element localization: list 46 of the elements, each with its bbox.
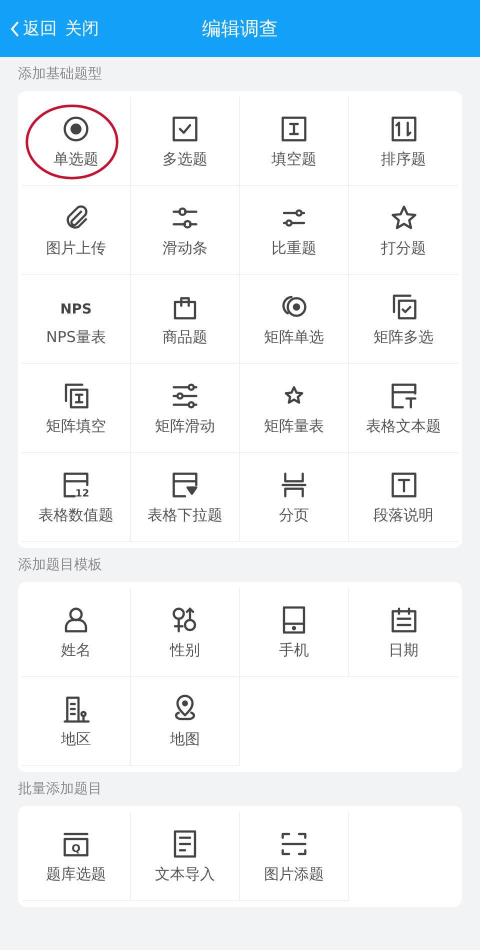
question-type-item[interactable]: 12 表格数值题: [22, 453, 131, 542]
paragraph-icon: [388, 470, 418, 500]
radio-icon: [61, 114, 91, 144]
question-type-item[interactable]: 矩阵单选: [240, 275, 349, 364]
question-type-item[interactable]: 日期: [349, 588, 458, 677]
question-type-item[interactable]: 地图: [131, 677, 240, 766]
question-type-item[interactable]: 分页: [240, 453, 349, 542]
question-type-item[interactable]: 打分题: [349, 186, 458, 275]
question-type-item[interactable]: 表格文本题: [349, 364, 458, 453]
section-title: 批量添加题目: [17, 780, 103, 799]
checkbox-icon: [170, 114, 200, 144]
question-type-item[interactable]: 性别: [131, 588, 240, 677]
building-icon: [61, 694, 91, 724]
calendar-icon: [388, 604, 418, 634]
page-title: 编辑调查: [202, 16, 278, 42]
question-type-item[interactable]: 矩阵多选: [349, 275, 458, 364]
question-type-item[interactable]: 矩阵滑动: [131, 364, 240, 453]
question-type-item[interactable]: 姓名: [22, 588, 131, 677]
sort-icon: [388, 114, 418, 144]
question-type-item[interactable]: 排序题: [349, 97, 458, 186]
matrix-slider-icon: [170, 380, 200, 410]
question-type-item[interactable]: 矩阵量表: [240, 364, 349, 453]
question-type-item[interactable]: 矩阵填空: [22, 364, 131, 453]
table-dropdown-icon: [170, 470, 200, 500]
nps-icon: NPS: [61, 292, 91, 322]
page-break-icon: [279, 470, 309, 500]
question-type-item[interactable]: 地区: [22, 677, 131, 766]
text-box-icon: [279, 114, 309, 144]
back-chevron-icon: [10, 20, 20, 38]
question-type-item[interactable]: 表格下拉题: [131, 453, 240, 542]
question-type-item[interactable]: 填空题: [240, 97, 349, 186]
question-type-item[interactable]: 图片添题: [240, 812, 349, 901]
question-type-item[interactable]: 文本导入: [131, 812, 240, 901]
section-title: 添加基础题型: [17, 65, 103, 84]
question-type-item[interactable]: 图片上传: [22, 186, 131, 275]
question-type-item[interactable]: 多选题: [131, 97, 240, 186]
question-type-item[interactable]: NPS NPS量表: [22, 275, 131, 364]
table-text-icon: [388, 380, 418, 410]
question-type-item[interactable]: 单选题: [22, 97, 131, 186]
question-type-item[interactable]: 滑动条: [131, 186, 240, 275]
question-type-item[interactable]: 手机: [240, 588, 349, 677]
question-type-item[interactable]: 比重题: [240, 186, 349, 275]
section-title: 添加题目模板: [17, 556, 103, 575]
question-type-item[interactable]: 商品题: [131, 275, 240, 364]
question-type-item[interactable]: Q 题库选题: [22, 812, 131, 901]
question-type-item[interactable]: 段落说明: [349, 453, 458, 542]
